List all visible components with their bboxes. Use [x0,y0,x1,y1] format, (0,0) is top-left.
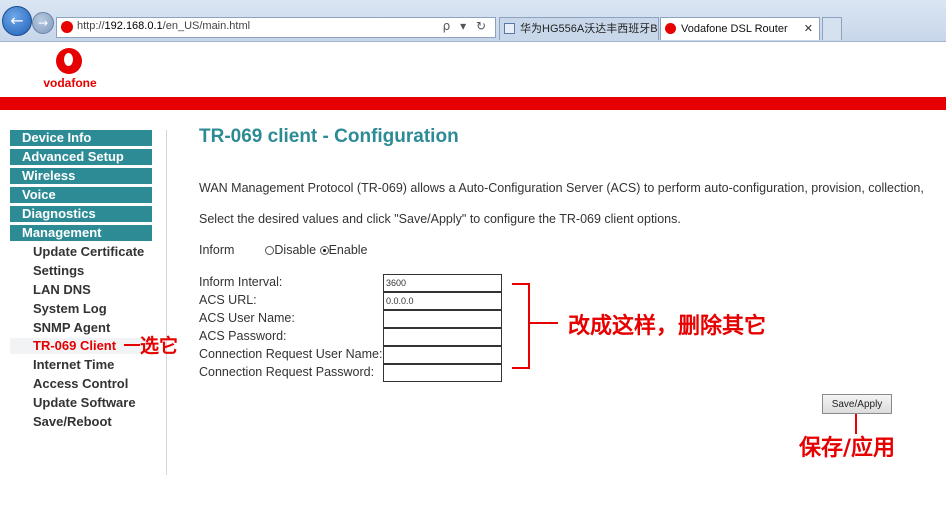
annotation-pointer-line [124,344,140,346]
form-row: Connection Request User Name: [199,346,509,364]
conn-request-username-input[interactable] [383,346,502,364]
sidebar-item-diagnostics[interactable]: Diagnostics [10,206,152,222]
sidebar-item-settings[interactable]: Settings [10,263,166,279]
vodafone-speechmark-icon [56,48,82,74]
conn-request-username-label: Connection Request User Name: [199,347,383,361]
annotation-bracket-stem [530,322,558,324]
acs-url-label: ACS URL: [199,293,257,307]
sidebar-item-tr069-client[interactable]: TR-069 Client [10,338,153,355]
tab-huawei[interactable]: 华为HG556A沃达丰西班牙B0... [499,17,659,40]
sidebar-item-lan-dns[interactable]: LAN DNS [10,282,166,298]
search-refresh-icon[interactable]: ρ ▾ ↻ [443,19,489,33]
new-tab-button[interactable] [822,17,842,40]
acs-password-input[interactable] [383,328,502,346]
sidebar-item-device-info[interactable]: Device Info [10,130,152,146]
sidebar-item-internet-time[interactable]: Internet Time [10,357,166,373]
back-arrow-icon[interactable]: ← [2,6,32,36]
inform-enable-radio[interactable] [319,246,329,255]
form-row: ACS Password: [199,328,509,346]
page-description: WAN Management Protocol (TR-069) allows … [199,181,924,195]
tab-vodafone-dsl-router[interactable]: Vodafone DSL Router ✕ [660,17,820,40]
sidebar-item-access-control[interactable]: Access Control [10,376,166,392]
page-icon [504,23,515,34]
annotation-select-it: 选它 [140,335,179,357]
acs-username-label: ACS User Name: [199,311,295,325]
header-red-bar [0,97,946,110]
sidebar-item-update-certificate[interactable]: Update Certificate [10,244,166,260]
inform-interval-input[interactable] [383,274,502,292]
sidebar-item-system-log[interactable]: System Log [10,301,166,317]
sidebar-item-update-software[interactable]: Update Software [10,395,166,411]
save-apply-button[interactable]: Save/Apply [822,394,892,414]
tr069-form: Inform Interval: ACS URL: ACS User Name:… [199,274,509,382]
tab-label: Vodafone DSL Router [681,23,788,35]
address-bar[interactable]: http://192.168.0.1/en_US/main.html ρ ▾ ↻ [56,17,496,38]
page-instruction: Select the desired values and click "Sav… [199,212,681,226]
close-icon[interactable]: ✕ [804,18,813,40]
conn-request-password-label: Connection Request Password: [199,365,375,379]
tab-label: 华为HG556A沃达丰西班牙B0... [520,23,659,35]
address-url: http://192.168.0.1/en_US/main.html [77,20,251,32]
annotation-save-apply: 保存/应用 [799,436,896,461]
logo-text: vodafone [43,76,97,90]
annotation-bracket [512,283,530,369]
vodafone-logo: vodafone [38,48,102,94]
sidebar-item-management[interactable]: Management [10,225,152,241]
conn-request-password-input[interactable] [383,364,502,382]
sidebar-item-advanced-setup[interactable]: Advanced Setup [10,149,152,165]
annotation-change-like-this: 改成这样，删除其它 [568,314,767,339]
acs-url-input[interactable] [383,292,502,310]
page-title: TR-069 client - Configuration [199,126,459,147]
form-row: ACS URL: [199,292,509,310]
sidebar-item-voice[interactable]: Voice [10,187,152,203]
form-row: Connection Request Password: [199,364,509,382]
sidebar-item-wireless[interactable]: Wireless [10,168,152,184]
sidebar-item-save-reboot[interactable]: Save/Reboot [10,414,166,430]
acs-username-input[interactable] [383,310,502,328]
acs-password-label: ACS Password: [199,329,287,343]
forward-arrow-icon[interactable]: → [32,12,54,34]
inform-label: Inform [199,243,235,257]
sidebar-menu: Device Info Advanced Setup Wireless Voic… [10,130,167,475]
disable-option-label: Disable [274,243,317,257]
vodafone-favicon-icon [61,21,73,33]
enable-option-label: Enable [328,243,368,257]
inform-radio-group: Inform Disable Enable [199,243,368,257]
browser-toolbar: ← → http://192.168.0.1/en_US/main.html ρ… [0,0,946,42]
form-row: Inform Interval: [199,274,509,292]
vodafone-favicon-icon [665,23,676,34]
inform-interval-label: Inform Interval: [199,275,283,289]
form-row: ACS User Name: [199,310,509,328]
